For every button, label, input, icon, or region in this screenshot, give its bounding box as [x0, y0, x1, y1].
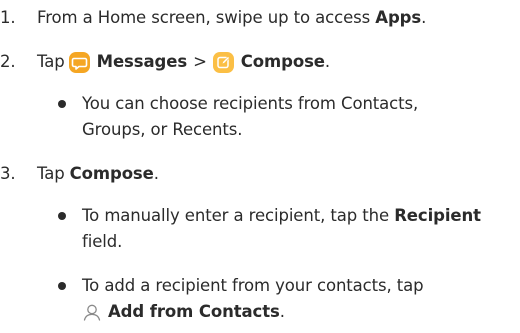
- step-3: 3. Tap Compose.: [0, 162, 159, 186]
- tap-text: Tap: [37, 52, 65, 71]
- compose-icon: [212, 51, 234, 73]
- bullet-line: To add a recipient from your contacts, t…: [82, 276, 424, 295]
- bullet-marker: [58, 282, 66, 290]
- tap-text: Tap: [37, 164, 65, 183]
- compose-label: Compose: [69, 164, 154, 183]
- messages-icon: [68, 51, 90, 73]
- step-end: .: [324, 52, 331, 71]
- bullet-line: You can choose recipients from Contacts,: [82, 94, 419, 113]
- step-2: 2. Tap Messages > Compose.: [0, 50, 330, 74]
- bullet-line: To manually enter a recipient, tap the R…: [82, 204, 481, 228]
- step-text: From a Home screen, swipe up to access: [37, 8, 376, 27]
- step-end: .: [279, 302, 285, 321]
- step-end: .: [153, 164, 159, 183]
- step-end: .: [421, 8, 427, 27]
- bullet-line: Groups, or Recents.: [82, 120, 243, 139]
- bullet-text: To manually enter a recipient, tap the: [82, 206, 395, 225]
- apps-label: Apps: [375, 8, 422, 27]
- separator: >: [193, 52, 207, 71]
- recipient-label: Recipient: [394, 206, 481, 225]
- bullet-marker: [58, 100, 66, 108]
- step-number: 2.: [0, 52, 16, 71]
- step-number: 1.: [0, 8, 16, 27]
- person-icon: [82, 302, 102, 322]
- bullet-marker: [58, 212, 66, 220]
- bullet-line: field.: [82, 232, 123, 251]
- bullet-line: Add from Contacts.: [82, 300, 285, 324]
- step-number: 3.: [0, 164, 16, 183]
- step-1: 1. From a Home screen, swipe up to acces…: [0, 6, 426, 30]
- add-from-contacts-label: Add from Contacts: [108, 302, 280, 321]
- compose-label: Compose: [240, 52, 325, 71]
- messages-label: Messages: [96, 52, 188, 71]
